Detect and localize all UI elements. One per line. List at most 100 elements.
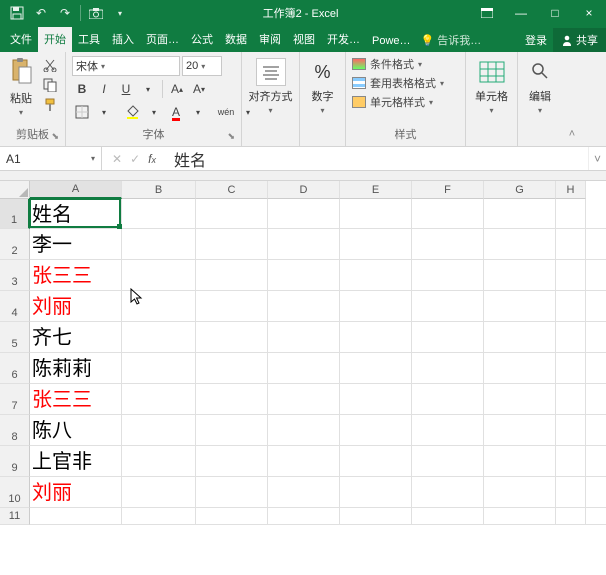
font-size-combo[interactable]: 20 ▾ bbox=[182, 56, 222, 76]
cell[interactable] bbox=[484, 229, 556, 260]
column-header-B[interactable]: B bbox=[122, 181, 196, 199]
cell[interactable] bbox=[268, 322, 340, 353]
tell-me-box[interactable]: 💡 告诉我… bbox=[417, 28, 486, 52]
editing-button[interactable] bbox=[525, 58, 555, 86]
cell[interactable] bbox=[122, 384, 196, 415]
shrink-font-button[interactable]: A▾ bbox=[189, 79, 209, 99]
cell[interactable] bbox=[196, 353, 268, 384]
row-header[interactable]: 7 bbox=[0, 384, 30, 415]
row-header[interactable]: 10 bbox=[0, 477, 30, 508]
cell[interactable] bbox=[412, 229, 484, 260]
column-header-D[interactable]: D bbox=[268, 181, 340, 199]
column-header-C[interactable]: C bbox=[196, 181, 268, 199]
cell[interactable] bbox=[556, 508, 586, 525]
column-header-H[interactable]: H bbox=[556, 181, 586, 199]
minimize-button[interactable]: — bbox=[504, 0, 538, 26]
cell[interactable] bbox=[268, 229, 340, 260]
cell[interactable] bbox=[484, 353, 556, 384]
formula-input[interactable]: 姓名 bbox=[166, 147, 588, 171]
number-format-button[interactable]: % bbox=[308, 58, 338, 86]
alignment-button[interactable] bbox=[256, 58, 286, 86]
cell[interactable] bbox=[340, 508, 412, 525]
cell[interactable] bbox=[268, 477, 340, 508]
tab-tools[interactable]: 工具 bbox=[72, 27, 106, 52]
row-header[interactable]: 11 bbox=[0, 508, 30, 525]
tab-review[interactable]: 审阅 bbox=[253, 27, 287, 52]
ribbon-display-options[interactable] bbox=[470, 0, 504, 26]
cell[interactable] bbox=[556, 353, 586, 384]
cell[interactable] bbox=[484, 260, 556, 291]
cell[interactable] bbox=[340, 260, 412, 291]
cell[interactable] bbox=[268, 353, 340, 384]
cell[interactable] bbox=[196, 446, 268, 477]
cell[interactable] bbox=[196, 477, 268, 508]
cell[interactable] bbox=[340, 415, 412, 446]
cell[interactable] bbox=[122, 229, 196, 260]
row-header[interactable]: 5 bbox=[0, 322, 30, 353]
save-button[interactable] bbox=[6, 3, 28, 23]
cell[interactable] bbox=[556, 384, 586, 415]
column-header-F[interactable]: F bbox=[412, 181, 484, 199]
grow-font-button[interactable]: A▴ bbox=[167, 79, 187, 99]
cells-area[interactable]: 姓名李一张三三刘丽齐七陈莉莉张三三陈八上官非刘丽 bbox=[30, 199, 606, 525]
row-header[interactable]: 9 bbox=[0, 446, 30, 477]
cell[interactable] bbox=[556, 260, 586, 291]
close-button[interactable]: × bbox=[572, 0, 606, 26]
cell[interactable] bbox=[484, 322, 556, 353]
cell[interactable] bbox=[268, 415, 340, 446]
cell[interactable]: 陈莉莉 bbox=[30, 353, 122, 384]
font-color-button[interactable]: A bbox=[166, 102, 186, 122]
cell[interactable] bbox=[122, 260, 196, 291]
column-header-G[interactable]: G bbox=[484, 181, 556, 199]
tab-file[interactable]: 文件 bbox=[4, 27, 38, 52]
fill-color-dropdown[interactable]: ▾ bbox=[144, 102, 164, 122]
cell[interactable] bbox=[340, 384, 412, 415]
tab-power[interactable]: Powe… bbox=[366, 31, 417, 52]
cell[interactable] bbox=[122, 477, 196, 508]
italic-button[interactable]: I bbox=[94, 79, 114, 99]
cell[interactable] bbox=[412, 384, 484, 415]
cell[interactable]: 齐七 bbox=[30, 322, 122, 353]
paste-dropdown[interactable]: ▾ bbox=[19, 108, 23, 117]
cell[interactable] bbox=[412, 260, 484, 291]
cell[interactable] bbox=[196, 199, 268, 229]
cell[interactable]: 陈八 bbox=[30, 415, 122, 446]
cell[interactable] bbox=[196, 415, 268, 446]
cell[interactable] bbox=[268, 260, 340, 291]
cell[interactable] bbox=[340, 322, 412, 353]
tab-data[interactable]: 数据 bbox=[219, 27, 253, 52]
font-dialog-launcher[interactable]: ⬊ bbox=[227, 131, 235, 142]
cell[interactable] bbox=[484, 446, 556, 477]
share-button[interactable]: 共享 bbox=[553, 28, 606, 52]
collapse-ribbon-button[interactable]: ˄ bbox=[562, 52, 582, 146]
cell[interactable]: 李一 bbox=[30, 229, 122, 260]
tab-page-layout[interactable]: 页面… bbox=[140, 27, 185, 52]
tab-formulas[interactable]: 公式 bbox=[185, 27, 219, 52]
cell[interactable] bbox=[122, 508, 196, 525]
cell[interactable]: 张三三 bbox=[30, 260, 122, 291]
select-all-corner[interactable] bbox=[0, 181, 30, 199]
cell[interactable] bbox=[196, 508, 268, 525]
cell[interactable] bbox=[340, 199, 412, 229]
fx-button[interactable]: fx bbox=[148, 152, 156, 166]
redo-button[interactable]: ↷ bbox=[54, 3, 76, 23]
row-header[interactable]: 1 bbox=[0, 199, 30, 229]
cell[interactable] bbox=[412, 199, 484, 229]
cell[interactable] bbox=[556, 291, 586, 322]
row-header[interactable]: 6 bbox=[0, 353, 30, 384]
cell[interactable] bbox=[268, 446, 340, 477]
cell[interactable] bbox=[412, 508, 484, 525]
cell[interactable]: 姓名 bbox=[30, 199, 122, 229]
conditional-formatting-button[interactable]: 条件格式▾ bbox=[352, 56, 444, 72]
cut-button[interactable] bbox=[40, 56, 60, 74]
cell[interactable] bbox=[556, 477, 586, 508]
cell[interactable] bbox=[122, 415, 196, 446]
cell[interactable] bbox=[268, 384, 340, 415]
fill-color-button[interactable] bbox=[122, 102, 142, 122]
row-header[interactable]: 8 bbox=[0, 415, 30, 446]
cell[interactable] bbox=[340, 229, 412, 260]
cell[interactable] bbox=[268, 508, 340, 525]
column-header-A[interactable]: A bbox=[30, 181, 122, 199]
cell[interactable] bbox=[268, 291, 340, 322]
bold-button[interactable]: B bbox=[72, 79, 92, 99]
